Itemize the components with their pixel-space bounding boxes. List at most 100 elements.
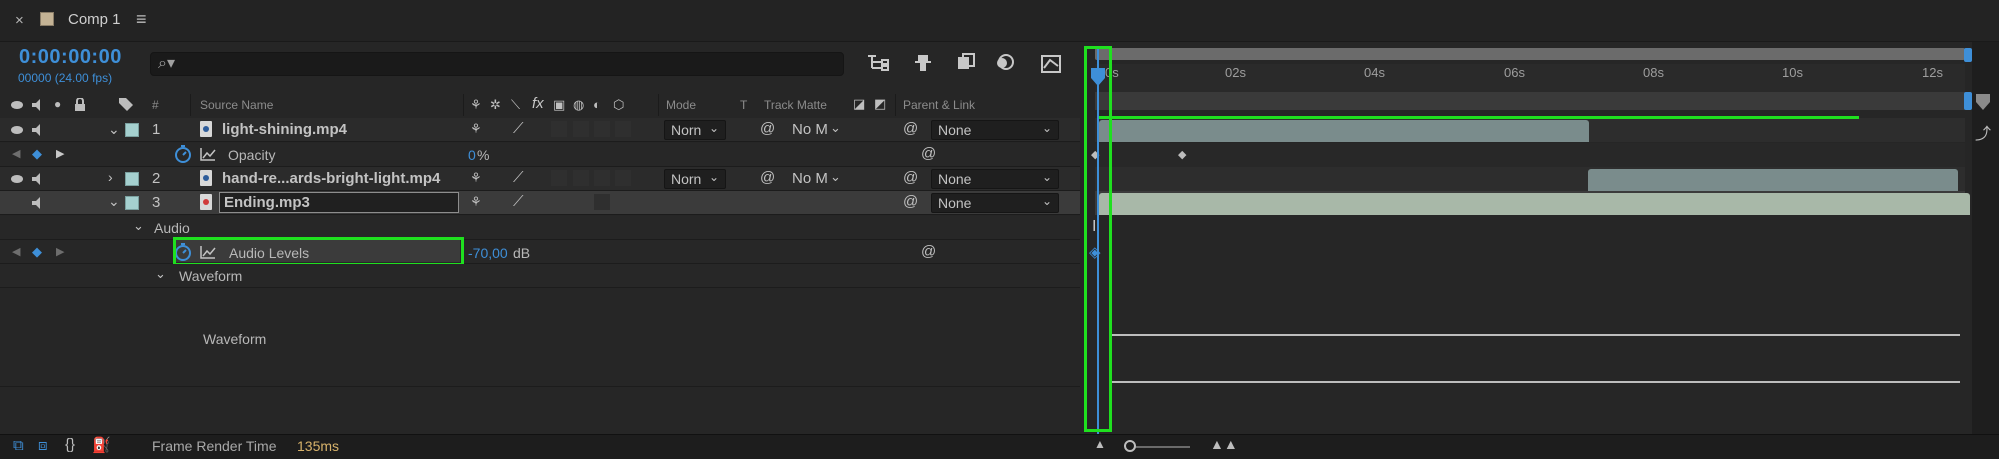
chevron-down-icon[interactable]: ⌄ — [830, 120, 841, 136]
track-matte-value[interactable]: No M — [792, 121, 828, 138]
layer-name[interactable]: light-shining.mp4 — [222, 121, 347, 138]
lock-icon[interactable] — [74, 98, 86, 112]
frame-blend-switch-icon: ▣ — [553, 97, 566, 112]
layer-search-input[interactable] — [150, 52, 844, 76]
speaker-icon[interactable] — [30, 196, 46, 210]
search-icon[interactable]: ⌕▾ — [158, 53, 175, 73]
prev-keyframe-icon[interactable]: ◀ — [12, 147, 20, 160]
frame-blending-icon[interactable] — [955, 52, 979, 72]
quality-switch-icon[interactable]: ⟋ — [513, 169, 524, 186]
shy-switch-icon[interactable]: ⚘ — [470, 121, 482, 137]
expression-pickwhip-icon[interactable]: @ — [921, 145, 936, 162]
layer-bar-2[interactable] — [1588, 169, 1958, 191]
column-divider — [190, 94, 191, 116]
next-keyframe-icon[interactable]: ▶ — [56, 147, 64, 160]
quality-switch-icon[interactable]: ⟋ — [513, 120, 524, 137]
work-area-end-handle[interactable] — [1964, 92, 1972, 110]
time-navigator-end-handle[interactable] — [1964, 48, 1972, 62]
pickwhip-icon[interactable]: @ — [760, 169, 775, 186]
switch-box[interactable] — [615, 170, 631, 186]
timeline-end-marker-icon[interactable] — [1973, 92, 1993, 112]
switch-box[interactable] — [573, 170, 589, 186]
waveform-label: Waveform — [203, 331, 267, 347]
layer-label-color[interactable] — [125, 172, 139, 186]
switch-box[interactable] — [573, 121, 589, 137]
keyframe-diamond[interactable]: ◆ — [1178, 148, 1186, 161]
graph-icon[interactable] — [200, 147, 216, 161]
zoom-slider-track[interactable] — [1130, 446, 1190, 448]
layer-bar-3-audio[interactable] — [1099, 193, 1970, 215]
parent-pickwhip-icon[interactable]: @ — [903, 120, 918, 137]
layer-bar-1[interactable] — [1099, 120, 1589, 142]
layer-label-color[interactable] — [125, 123, 139, 137]
twirl-expanded-icon[interactable]: ⌄ — [133, 218, 144, 234]
prev-keyframe-icon[interactable]: ◀ — [12, 245, 20, 258]
expression-pickwhip-icon[interactable]: @ — [921, 243, 936, 260]
comp-flowchart-icon[interactable] — [866, 52, 890, 72]
parent-dropdown[interactable]: None ⌄ — [931, 120, 1059, 140]
label-tag-icon[interactable] — [118, 97, 134, 111]
shy-switch-icon[interactable]: ⚘ — [470, 170, 482, 186]
twirl-collapsed-icon[interactable]: › — [108, 169, 113, 185]
switch-box[interactable] — [594, 121, 610, 137]
column-mode[interactable]: Mode — [666, 98, 696, 112]
twirl-expanded-icon[interactable]: ⌄ — [108, 121, 120, 138]
column-track-matte[interactable]: Track Matte — [764, 98, 827, 112]
switch-box[interactable] — [615, 121, 631, 137]
parent-dropdown[interactable]: None ⌄ — [931, 169, 1059, 189]
switch-box[interactable] — [551, 121, 567, 137]
toggle-switches-icon[interactable]: ⧉ — [13, 437, 24, 454]
toggle-modes-icon[interactable]: ⧈ — [38, 437, 48, 454]
zoom-in-icon[interactable]: ▲▲ — [1210, 436, 1238, 452]
add-keyframe-icon[interactable]: ◆ — [32, 244, 42, 260]
blend-mode-dropdown[interactable]: Norn ⌄ — [664, 169, 726, 189]
next-keyframe-icon[interactable]: ▶ — [56, 245, 64, 258]
track-matte-value[interactable]: No M — [792, 170, 828, 187]
add-keyframe-icon[interactable]: ◆ — [32, 146, 42, 162]
twirl-expanded-icon[interactable]: ⌄ — [155, 266, 166, 282]
parent-dropdown[interactable]: None ⌄ — [931, 193, 1059, 213]
panel-menu-icon[interactable]: ≡ — [136, 9, 147, 30]
switch-box[interactable] — [594, 194, 610, 210]
motion-blur-icon[interactable] — [993, 52, 1017, 72]
graph-editor-icon[interactable] — [1040, 52, 1064, 74]
speaker-icon[interactable] — [30, 123, 46, 137]
twirl-expanded-icon[interactable]: ⌄ — [108, 193, 120, 210]
switch-box[interactable] — [551, 170, 567, 186]
current-time-display[interactable]: 0:00:00:00 — [19, 46, 122, 69]
chevron-down-icon[interactable]: ⌄ — [830, 169, 841, 185]
column-preserve-transparency[interactable]: T — [740, 98, 747, 112]
blend-mode-dropdown[interactable]: Norn ⌄ — [664, 120, 726, 140]
quality-switch-icon[interactable]: ⟋ — [513, 193, 524, 210]
shy-layers-icon[interactable] — [911, 52, 935, 72]
opacity-value[interactable]: 0 — [468, 147, 476, 163]
toggle-render-time-icon[interactable]: ⛽ — [92, 436, 111, 454]
speaker-icon[interactable] — [30, 172, 46, 186]
video-switch-icon[interactable] — [10, 100, 24, 110]
eye-icon[interactable] — [10, 125, 24, 135]
shy-switch-icon[interactable]: ⚘ — [470, 194, 482, 210]
column-source-name[interactable]: Source Name — [200, 98, 273, 112]
toggle-in-out-icon[interactable]: {} — [65, 436, 75, 453]
zoom-out-icon[interactable]: ▲ — [1094, 437, 1106, 451]
tab-comp-title[interactable]: Comp 1 — [68, 11, 121, 28]
column-parent-link[interactable]: Parent & Link — [903, 98, 975, 112]
audio-switch-icon[interactable] — [30, 98, 46, 112]
layer-name[interactable]: hand-re...ards-bright-light.mp4 — [222, 170, 440, 187]
work-area-bar[interactable] — [1095, 92, 1965, 110]
parent-pickwhip-icon[interactable]: @ — [903, 193, 918, 210]
eye-icon[interactable] — [10, 174, 24, 184]
comp-marker-bin-icon[interactable]: ⤴ — [1975, 120, 1991, 144]
stopwatch-icon[interactable] — [174, 145, 192, 163]
solo-icon[interactable]: ● — [54, 97, 61, 111]
switch-box[interactable] — [594, 170, 610, 186]
zoom-slider-handle[interactable] — [1124, 440, 1136, 452]
audio-levels-value[interactable]: -70,00 — [468, 245, 508, 261]
time-navigator-bar[interactable] — [1095, 48, 1965, 60]
parent-pickwhip-icon[interactable]: @ — [903, 169, 918, 186]
pickwhip-icon[interactable]: @ — [760, 120, 775, 137]
close-tab-button[interactable]: × — [15, 12, 24, 29]
adjustment-layer-icon: ◐ — [593, 97, 601, 112]
layer-label-color[interactable] — [125, 196, 139, 210]
layer-name[interactable]: Ending.mp3 — [224, 194, 310, 211]
